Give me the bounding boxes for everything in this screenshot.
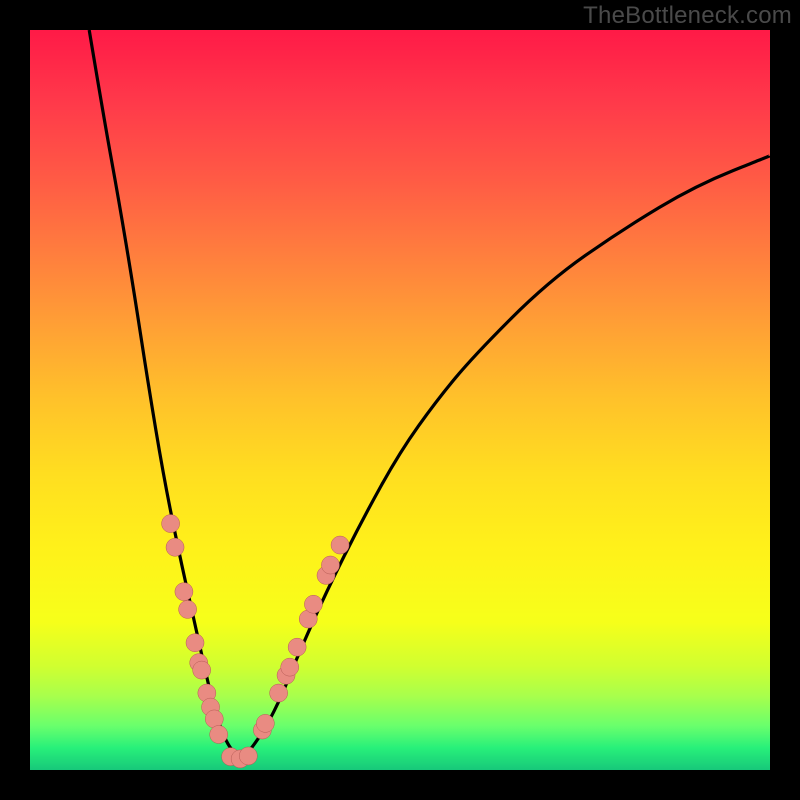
watermark-text: TheBottleneck.com xyxy=(583,2,792,30)
curve-dot xyxy=(193,661,211,679)
curve-dot xyxy=(239,747,257,765)
curve-dot xyxy=(321,556,339,574)
curve-dots xyxy=(162,515,349,768)
curve-dot xyxy=(210,725,228,743)
curve-dot xyxy=(270,684,288,702)
curve-dot xyxy=(186,634,204,652)
curve-dot xyxy=(256,714,274,732)
curve-svg xyxy=(30,30,770,770)
curve-dot xyxy=(331,536,349,554)
chart-frame: TheBottleneck.com xyxy=(0,0,800,800)
curve-dot xyxy=(281,658,299,676)
curve-dot xyxy=(304,595,322,613)
curve-dot xyxy=(166,538,184,556)
curve-dot xyxy=(162,515,180,533)
curve-dot xyxy=(175,583,193,601)
curve-dot xyxy=(288,638,306,656)
plot-area xyxy=(30,30,770,770)
curve-dot xyxy=(179,600,197,618)
curve-dot xyxy=(205,710,223,728)
